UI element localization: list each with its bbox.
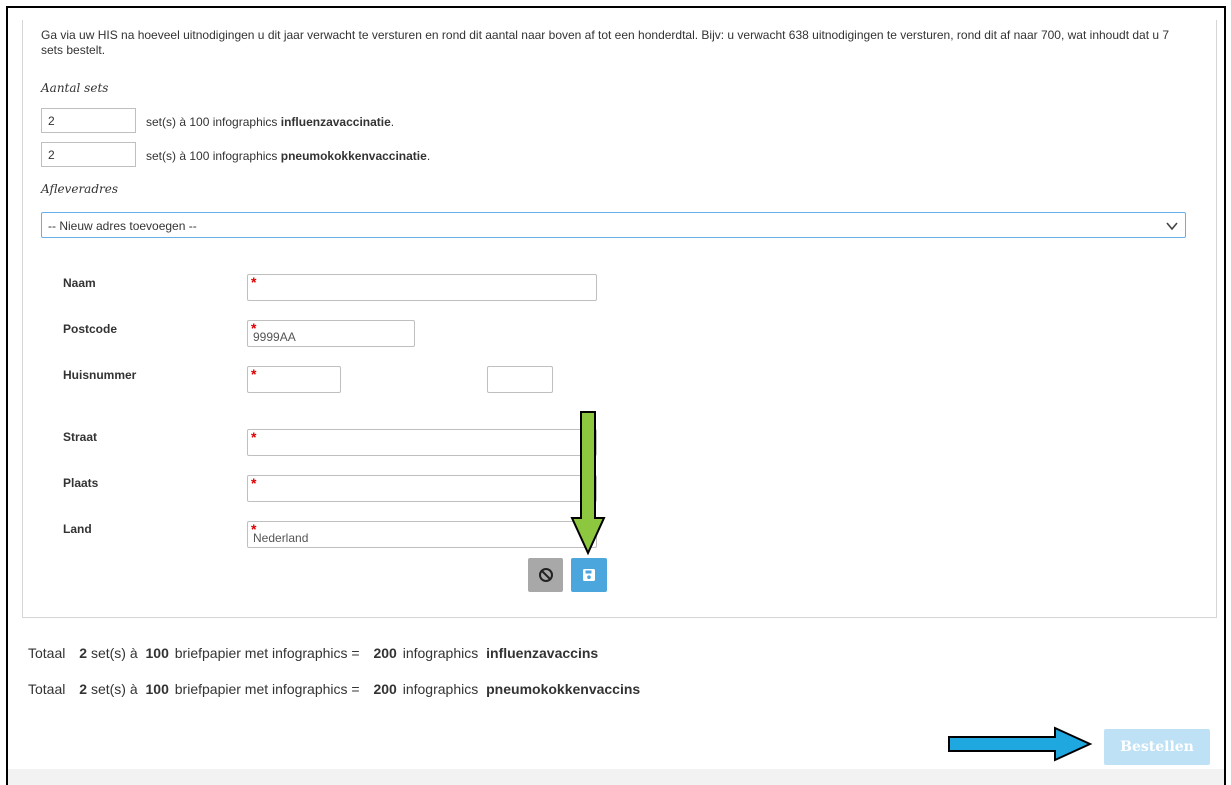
intro-text: Ga via uw HIS na hoeveel uitnodigingen u… [41,28,1170,57]
ban-icon [538,568,553,582]
required-marker: * [251,366,257,382]
postcode-value: 9999AA [253,330,296,344]
total-influenza: Totaal 2 set(s) à 100 briefpapier met in… [28,645,599,661]
plaats-field[interactable]: * [247,475,597,502]
pneumokokken-sets-input[interactable] [41,142,136,167]
pneumokokken-product: pneumokokkenvaccinatie [280,149,427,163]
required-marker: * [251,475,257,491]
chevron-down-icon [1166,222,1178,231]
straat-field[interactable]: * [247,429,597,456]
blue-arrow-annotation [948,726,1093,762]
land-label: Land [63,522,92,536]
required-marker: * [251,274,257,290]
land-value: Nederland [253,531,309,545]
straat-label: Straat [63,430,98,444]
huisnummer-label: Huisnummer [63,368,137,382]
plaats-label: Plaats [63,476,99,490]
cancel-button[interactable] [528,558,563,592]
influenza-product: influenzavaccinatie [280,115,391,129]
toevoeging-field[interactable] [487,366,553,393]
green-arrow-annotation [570,411,606,556]
pneumokokken-sets-text: set(s) à 100 infographics pneumokokkenva… [146,149,431,163]
influenza-sets-input[interactable] [41,108,136,133]
floppy-disk-icon [583,569,595,581]
footer-bar [8,769,1224,785]
order-panel [22,20,1217,618]
influenza-sets-text: set(s) à 100 infographics influenzavacci… [146,115,395,129]
huisnummer-field[interactable]: * [247,366,341,393]
postcode-label: Postcode [63,322,118,336]
order-button[interactable]: Bestellen [1104,729,1210,765]
postcode-field[interactable]: * 9999AA [247,320,415,347]
required-marker: * [251,429,257,445]
address-select-value: -- Nieuw adres toevoegen -- [48,219,197,233]
address-select[interactable]: -- Nieuw adres toevoegen -- [41,212,1186,238]
total-pneumokokken: Totaal 2 set(s) à 100 briefpapier met in… [28,681,641,697]
land-field[interactable]: * Nederland [247,521,597,548]
naam-field[interactable]: * [247,274,597,301]
naam-label: Naam [63,276,96,290]
address-label: Afleveradres [41,182,119,196]
save-button[interactable] [571,558,607,592]
sets-label: Aantal sets [41,81,109,95]
